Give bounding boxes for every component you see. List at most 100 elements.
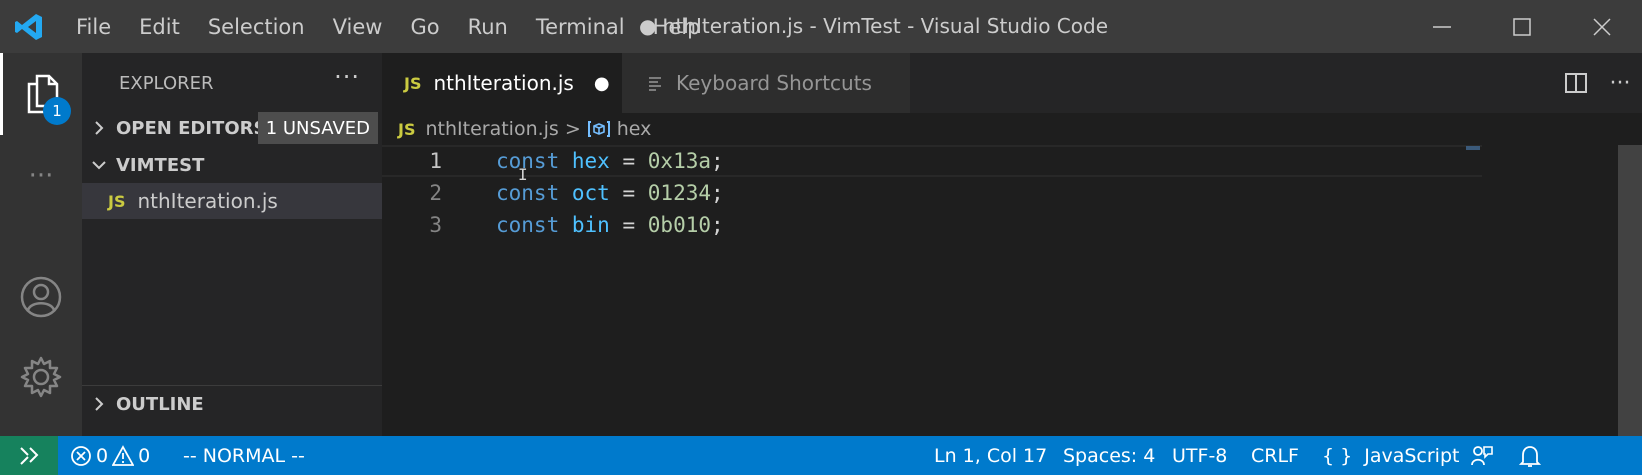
keyword-token: const [496,213,560,237]
semicolon-token: ; [711,149,724,173]
editor-more-button[interactable]: ··· [1598,71,1642,96]
warning-count: 0 [138,444,151,467]
menu-terminal[interactable]: Terminal [522,15,639,39]
window-controls [1402,0,1642,53]
indentation[interactable]: Spaces: 4 [1063,436,1155,475]
js-file-icon: JS [404,73,422,93]
code-line[interactable]: 1 const hex = 0x13a; I [382,145,1482,184]
sidebar-more-button[interactable]: ··· [334,63,360,91]
operator-token: = [622,213,636,237]
section-outline[interactable]: OUTLINE [82,385,382,422]
number-token: 0x13a [647,149,711,173]
section-folder[interactable]: VIMTEST [82,147,382,183]
remote-button[interactable] [0,436,58,475]
split-editor-icon [1565,73,1587,93]
feedback-icon [1471,445,1493,465]
js-file-icon: JS [398,119,416,139]
activity-accounts[interactable] [0,256,82,338]
breadcrumb: JS nthIteration.js > hex [382,113,1642,145]
line-source: const oct = 01234; [496,181,724,205]
menu-go[interactable]: Go [396,15,453,39]
activity-bar: 1 ··· [0,53,82,436]
vertical-scrollbar[interactable] [1618,145,1642,436]
activity-more[interactable]: ··· [0,135,82,217]
number-token: 0b010 [647,213,711,237]
problems-status[interactable]: 0 0 [70,436,150,475]
open-editors-label: OPEN EDITORS [116,117,267,139]
line-number: 1 [429,149,442,173]
account-icon [20,276,62,318]
warning-icon [112,444,135,466]
tab-keyboard-shortcuts[interactable]: Keyboard Shortcuts [622,53,910,113]
identifier-token: bin [571,213,610,237]
outline-label: OUTLINE [116,393,204,415]
split-editor-button[interactable] [1554,71,1598,95]
tab-bar: JS nthIteration.js ● Keyboard Shortcuts … [382,53,1642,113]
identifier-token: oct [571,181,610,205]
menu-bar: File Edit Selection View Go Run Terminal… [62,0,714,53]
breadcrumb-symbol[interactable]: hex [617,118,652,140]
cursor-position[interactable]: Ln 1, Col 17 [934,436,1047,475]
tab-label: nthIteration.js [433,71,574,95]
breadcrumb-file[interactable]: nthIteration.js [425,118,558,140]
menu-file[interactable]: File [62,15,125,39]
bell-icon [1519,445,1541,467]
editor-actions: ··· [1554,53,1642,113]
gear-icon [20,356,62,398]
notifications-button[interactable] [1519,436,1541,475]
activity-explorer[interactable]: 1 [0,53,82,135]
menu-edit[interactable]: Edit [125,15,194,39]
file-item[interactable]: JS nthIteration.js [82,183,382,219]
chevron-right-icon [82,396,116,412]
explorer-sidebar: EXPLORER ··· OPEN EDITORS 1 UNSAVED VIMT… [82,53,382,436]
menu-selection[interactable]: Selection [194,15,319,39]
line-source: const bin = 0b010; [496,213,724,237]
folder-label: VIMTEST [116,154,205,176]
operator-token: = [622,149,636,173]
encoding[interactable]: UTF-8 [1172,436,1227,475]
number-token: 01234 [647,181,711,205]
code-line[interactable]: 2 const oct = 01234; [382,177,1482,209]
code-area[interactable]: 1 const hex = 0x13a; I 2 const oct = 012… [382,145,1482,241]
menu-view[interactable]: View [319,15,397,39]
error-count: 0 [96,444,109,467]
chevron-down-icon [82,159,116,171]
braces-icon: { } [1322,444,1353,467]
keyword-token: const [496,181,560,205]
language-mode[interactable]: { } JavaScript [1322,436,1459,475]
breadcrumb-separator: > [564,118,581,140]
remote-icon [20,446,39,465]
close-button[interactable] [1562,0,1642,53]
tab-label: Keyboard Shortcuts [676,71,872,95]
title-bar: File Edit Selection View Go Run Terminal… [0,0,1642,53]
minimize-button[interactable] [1402,0,1482,53]
maximize-button[interactable] [1482,0,1562,53]
minimize-icon [1433,25,1451,28]
tab-nthiteration[interactable]: JS nthIteration.js ● [382,53,622,113]
status-bar: 0 0 -- NORMAL -- Ln 1, Col 17 Spaces: 4 … [0,436,1642,475]
line-number: 2 [429,181,442,205]
sidebar-title: EXPLORER [119,73,214,94]
line-ending[interactable]: CRLF [1251,436,1299,475]
menu-help[interactable]: Help [639,15,715,39]
vim-mode: -- NORMAL -- [183,444,305,467]
error-icon [71,445,91,466]
activity-manage[interactable] [0,336,82,418]
semicolon-token: ; [711,213,724,237]
line-number: 3 [429,213,442,237]
menu-run[interactable]: Run [454,15,522,39]
explorer-badge: 1 [43,97,71,125]
code-line[interactable]: 3 const bin = 0b010; [382,209,1482,241]
chevron-right-icon [82,120,116,136]
js-file-icon: JS [108,191,126,211]
maximize-icon [1513,17,1531,36]
identifier-token: hex [571,149,610,173]
variable-symbol-icon [587,121,610,137]
minimap[interactable] [1466,146,1480,150]
list-icon [649,77,661,91]
sidebar-header: EXPLORER ··· [82,53,382,113]
section-open-editors[interactable]: OPEN EDITORS 1 UNSAVED [82,110,382,146]
feedback-button[interactable] [1470,436,1494,475]
unsaved-dot-icon[interactable]: ● [594,73,610,94]
semicolon-token: ; [711,181,724,205]
